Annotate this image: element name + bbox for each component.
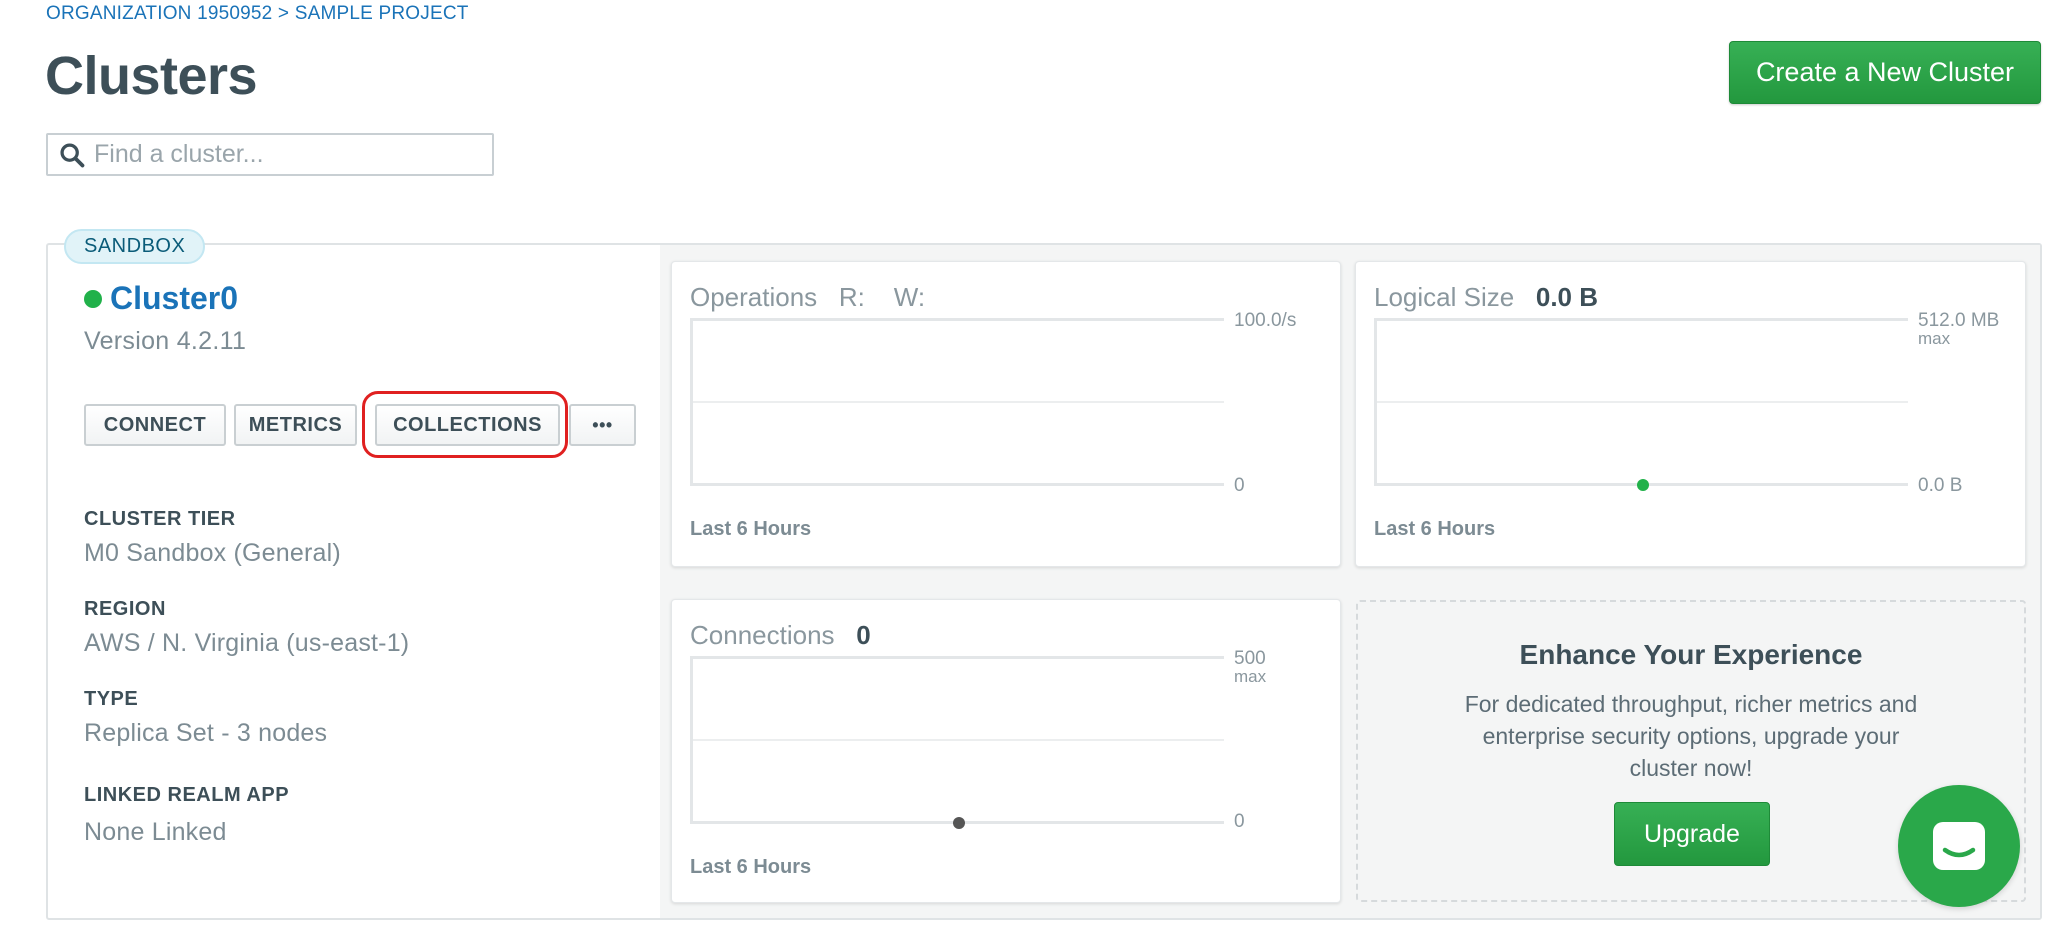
breadcrumb[interactable]: ORGANIZATION 1950952 > SAMPLE PROJECT [46,3,469,25]
operations-title: Operations R: W: [690,282,926,312]
region-label: REGION [84,598,166,620]
more-dots-icon: ••• [592,414,613,435]
metrics-button[interactable]: METRICS [234,404,357,446]
chart-mid-line [693,738,1224,741]
cluster-tier-value: M0 Sandbox (General) [84,539,341,567]
logical-size-point [1636,479,1649,491]
realm-app-value: None Linked [84,818,227,846]
cluster-tier-label: CLUSTER TIER [84,508,236,530]
chart-max-line [693,656,1224,659]
create-cluster-button[interactable]: Create a New Cluster [1729,41,2041,104]
upgrade-button[interactable]: Upgrade [1614,802,1770,866]
connections-max-label: 500 max [1234,648,1267,686]
chart-mid-line [1377,400,1908,403]
chat-widget-button[interactable] [1898,785,2020,907]
operations-panel[interactable]: Operations R: W: 100.0/s 0 Last 6 Hours [671,261,1341,567]
connections-min-label: 0 [1234,811,1245,832]
connections-footer: Last 6 Hours [690,856,812,878]
sandbox-badge: SANDBOX [64,229,206,264]
logical-size-min-label: 0.0 B [1918,475,1963,496]
page-title: Clusters [45,46,258,106]
operations-footer: Last 6 Hours [690,518,812,540]
operations-chart [690,318,1224,486]
logical-size-title: Logical Size 0.0 B [1374,282,1599,312]
logical-size-footer: Last 6 Hours [1374,518,1496,540]
search-input[interactable] [94,140,484,169]
cluster-header: Cluster0 [84,280,238,317]
cluster-name-link[interactable]: Cluster0 [110,280,238,317]
connections-point [952,817,965,829]
status-dot [84,289,102,308]
connections-chart [690,656,1224,829]
collections-highlight [362,391,568,458]
logical-size-panel[interactable]: Logical Size 0.0 B 512.0 MB max 0.0 B La… [1355,261,2026,567]
upsell-title: Enhance Your Experience [1519,639,1863,670]
region-value: AWS / N. Virginia (us-east-1) [84,629,410,657]
more-options-button[interactable]: ••• [569,404,636,446]
cluster-search[interactable] [46,133,494,176]
connections-title: Connections 0 [690,620,871,650]
connections-panel[interactable]: Connections 0 500 max 0 Last 6 Hours [671,599,1341,903]
logical-size-max-label: 512.0 MB max [1918,310,2000,348]
search-icon [60,142,85,167]
chart-max-line [693,318,1224,321]
chart-mid-line [693,400,1224,403]
upsell-text: For dedicated throughput, richer metrics… [1464,691,1918,781]
type-value: Replica Set - 3 nodes [84,719,328,747]
connect-button[interactable]: CONNECT [84,404,226,446]
chat-icon [1933,822,1985,870]
realm-app-label: LINKED REALM APP [84,784,290,806]
operations-max-label: 100.0/s [1234,310,1297,331]
operations-min-label: 0 [1234,475,1245,496]
cluster-version: Version 4.2.11 [84,327,247,355]
type-label: TYPE [84,688,139,710]
logical-size-chart [1374,318,1908,491]
chart-max-line [1377,318,1908,321]
